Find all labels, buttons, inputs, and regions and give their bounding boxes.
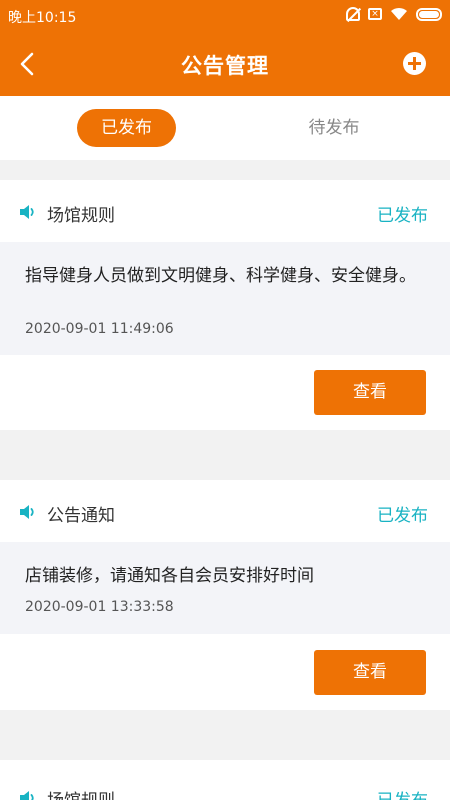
- page-title: 公告管理: [181, 54, 269, 78]
- notice-status: 已发布: [377, 786, 428, 800]
- notice-status: 已发布: [377, 506, 428, 526]
- card-header: 场馆规则 已发布: [0, 180, 450, 242]
- speaker-icon: [20, 205, 34, 219]
- notice-card: 场馆规则 已发布 指导健身人员做到文明健身、科学健身、安全健身。 2020-09…: [0, 180, 450, 430]
- status-time: 晚上10:15: [8, 10, 77, 26]
- notice-title: 公告通知: [47, 506, 115, 526]
- wifi-icon: [391, 7, 407, 20]
- card-header: 公告通知 已发布: [0, 480, 450, 542]
- mute-icon: [346, 7, 360, 21]
- view-button[interactable]: 查看: [314, 650, 426, 695]
- tab-pending[interactable]: 待发布: [284, 109, 384, 147]
- notice-title: 场馆规则: [47, 206, 115, 226]
- tab-published[interactable]: 已发布: [77, 109, 176, 147]
- no-sim-icon: ×: [368, 8, 382, 20]
- notice-body: 指导健身人员做到文明健身、科学健身、安全健身。 2020-09-01 11:49…: [0, 242, 450, 355]
- notice-date: 2020-09-01 13:33:58: [25, 599, 174, 615]
- add-icon[interactable]: [403, 52, 426, 75]
- battery-icon: [416, 7, 442, 21]
- notice-content: 指导健身人员做到文明健身、科学健身、安全健身。: [25, 266, 416, 286]
- status-bar: 晚上10:15 ×: [0, 0, 450, 32]
- view-button[interactable]: 查看: [314, 370, 426, 415]
- notice-body: 店铺装修，请通知各自会员安排好时间 2020-09-01 13:33:58: [0, 542, 450, 634]
- speaker-icon: [20, 791, 34, 800]
- card-header: 场馆规则 已发布: [0, 760, 450, 800]
- notice-title: 场馆规则: [47, 786, 115, 800]
- speaker-icon: [20, 505, 34, 519]
- app-bar: 公告管理: [0, 32, 450, 96]
- notice-status: 已发布: [377, 206, 428, 226]
- notice-card: 公告通知 已发布 店铺装修，请通知各自会员安排好时间 2020-09-01 13…: [0, 480, 450, 710]
- notice-content: 店铺装修，请通知各自会员安排好时间: [25, 566, 314, 586]
- notice-card: 场馆规则 已发布: [0, 760, 450, 800]
- notice-date: 2020-09-01 11:49:06: [25, 321, 174, 337]
- status-icons: ×: [346, 7, 442, 21]
- tab-bar: 已发布 待发布: [0, 96, 450, 160]
